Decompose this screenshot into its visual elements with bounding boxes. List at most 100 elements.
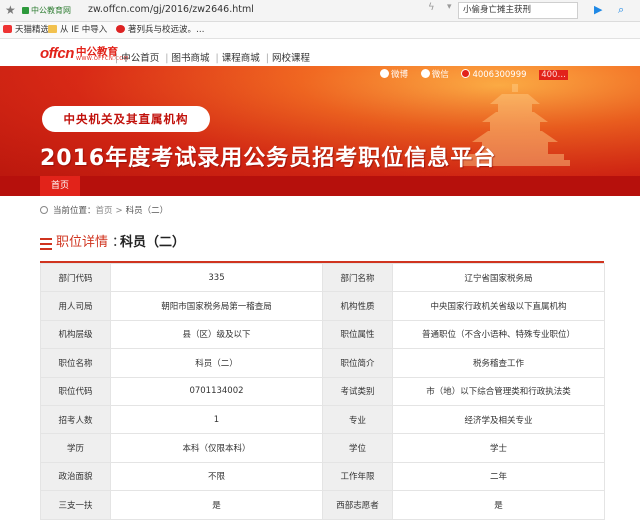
field-label: 工作年限 (322, 461, 393, 492)
field-value: 不限 (110, 461, 323, 492)
field-value: 是 (392, 490, 605, 520)
field-value: 是 (110, 490, 323, 520)
weixin-link[interactable]: 微信 (420, 68, 449, 80)
table-row: 招考人数 1 专业 经济学及相关专业 (40, 404, 605, 435)
field-label: 职位名称 (40, 348, 111, 378)
main-nav-bar (0, 176, 640, 196)
table-row: 政治面貌 不限 工作年限 二年 (40, 461, 605, 492)
field-value: 1 (110, 404, 323, 435)
nav-home-tab[interactable]: 首页 (40, 176, 80, 196)
nav-divider: | (165, 53, 169, 64)
field-label: 部门名称 (322, 262, 393, 293)
play-icon[interactable]: ▶ (594, 3, 608, 17)
position-info-table: 部门代码 335 部门名称 辽宁省国家税务局 用人司局 朝阳市国家税务局第一稽查… (40, 262, 605, 520)
site-identity[interactable]: 中公教育网 (22, 5, 71, 16)
field-value: 普通职位（不含小语种、特殊专业职位） (392, 319, 605, 350)
weibo-icon (380, 69, 389, 78)
field-value: 335 (110, 262, 323, 293)
weixin-icon (420, 69, 430, 78)
nav-divider: | (265, 53, 269, 64)
browser-address-bar: ★ 中公教育网 zw.offcn.com/gj/2016/zw2646.html… (0, 0, 640, 22)
detail-label: 职位详情 (56, 235, 109, 250)
list-icon (40, 238, 52, 250)
offcn-logo[interactable]: offcn (40, 45, 74, 62)
field-value: 中央国家行政机关省级以下直属机构 (392, 291, 605, 321)
banner-title: 2016年度考试录用公务员招考职位信息平台 (40, 146, 497, 171)
table-row: 机构层级 县（区）级及以下 职位属性 普通职位（不含小语种、特殊专业职位） (40, 319, 605, 350)
breadcrumb-label: 当前位置： (53, 206, 96, 216)
nav-link-online[interactable]: 网校课程 (272, 53, 310, 64)
home-icon (40, 206, 48, 214)
bookmark-item[interactable]: 著列兵与校远波。… (116, 25, 205, 36)
weibo-link[interactable]: 微博 (380, 68, 408, 80)
field-value: 朝阳市国家税务局第一稽查局 (110, 291, 323, 321)
field-label: 政治面貌 (40, 461, 111, 492)
chevron-down-icon[interactable]: ▾ (447, 2, 452, 12)
url-field[interactable]: zw.offcn.com/gj/2016/zw2646.html (88, 3, 254, 17)
bookmark-label: 著列兵与校远波。… (128, 25, 205, 35)
field-label: 学位 (322, 433, 393, 463)
section-pill: 中央机关及其直属机构 (42, 106, 210, 132)
bookmark-label: 从 IE 中导入 (60, 25, 108, 35)
field-label: 机构层级 (40, 319, 111, 350)
field-label: 招考人数 (40, 404, 111, 435)
phone-icon (461, 69, 471, 78)
field-label: 机构性质 (322, 291, 393, 321)
hotline-link[interactable]: 400… (539, 70, 568, 80)
field-value: 学士 (392, 433, 605, 463)
folder-icon (48, 25, 57, 33)
social-links: 微博 微信 4006300999 400… (380, 68, 578, 80)
field-label: 职位简介 (322, 348, 393, 378)
table-row: 三支一扶 是 西部志愿者 是 (40, 490, 605, 520)
site-tag-label: 中公教育网 (31, 6, 71, 15)
bookmark-label: 天猫精选 (15, 25, 50, 35)
field-value: 市（地）以下综合管理类和行政执法类 (392, 376, 605, 406)
bookmarks-bar: 天猫精选 从 IE 中导入 著列兵与校远波。… (0, 22, 640, 39)
nav-link-courses[interactable]: 课程商城 (222, 53, 260, 64)
position-title: 科员（二） (120, 235, 186, 250)
nav-divider: | (215, 53, 219, 64)
weibo-label: 微博 (391, 70, 409, 80)
nav-divider: | (115, 53, 119, 64)
breadcrumb-home-link[interactable]: 首页 (96, 206, 113, 216)
search-input[interactable]: 小偷身亡摊主获刑 (458, 2, 578, 19)
field-value: 二年 (392, 461, 605, 492)
top-nav: | 中公首页 | 图书商城 | 课程商城 | 网校课程 (112, 50, 310, 64)
field-label: 用人司局 (40, 291, 111, 321)
field-label: 专业 (322, 404, 393, 435)
lightning-icon[interactable]: ϟ (428, 2, 435, 13)
field-label: 部门代码 (40, 262, 111, 293)
table-row: 学历 本科（仅限本科） 学位 学士 (40, 433, 605, 463)
tmall-icon (3, 25, 12, 33)
nav-link-books[interactable]: 图书商城 (171, 53, 209, 64)
field-value: 辽宁省国家税务局 (392, 262, 605, 293)
site-favicon-icon (22, 7, 29, 14)
table-row: 职位名称 科员（二） 职位简介 税务稽查工作 (40, 348, 605, 378)
phone-number: 4006300999 (472, 70, 527, 80)
bookmark-star-icon[interactable]: ★ (5, 3, 16, 17)
weixin-label: 微信 (431, 70, 449, 80)
field-label: 三支一扶 (40, 490, 111, 520)
red-circle-icon (116, 25, 125, 33)
field-value: 县（区）级及以下 (110, 319, 323, 350)
field-label: 学历 (40, 433, 111, 463)
field-value: 科员（二） (110, 348, 323, 378)
bookmark-item[interactable]: 从 IE 中导入 (48, 25, 107, 36)
field-value: 本科（仅限本科） (110, 433, 323, 463)
field-label: 西部志愿者 (322, 490, 393, 520)
field-label: 考试类别 (322, 376, 393, 406)
table-row: 部门代码 335 部门名称 辽宁省国家税务局 (40, 262, 605, 293)
bookmark-item[interactable]: 天猫精选 (3, 25, 49, 36)
breadcrumb-current: 科员（二） (125, 206, 169, 216)
field-label: 职位属性 (322, 319, 393, 350)
breadcrumb: 当前位置：首页 > 科员（二） (40, 205, 168, 217)
field-value: 经济学及相关专业 (392, 404, 605, 435)
nav-link-home[interactable]: 中公首页 (121, 53, 159, 64)
phone-link[interactable]: 4006300999 (461, 69, 527, 80)
table-row: 职位代码 0701134002 考试类别 市（地）以下综合管理类和行政执法类 (40, 376, 605, 406)
field-value: 税务稽查工作 (392, 348, 605, 378)
field-label: 职位代码 (40, 376, 111, 406)
table-row: 用人司局 朝阳市国家税务局第一稽查局 机构性质 中央国家行政机关省级以下直属机构 (40, 291, 605, 321)
breadcrumb-separator: > (115, 206, 123, 216)
search-icon[interactable]: ⌕ (618, 3, 632, 17)
